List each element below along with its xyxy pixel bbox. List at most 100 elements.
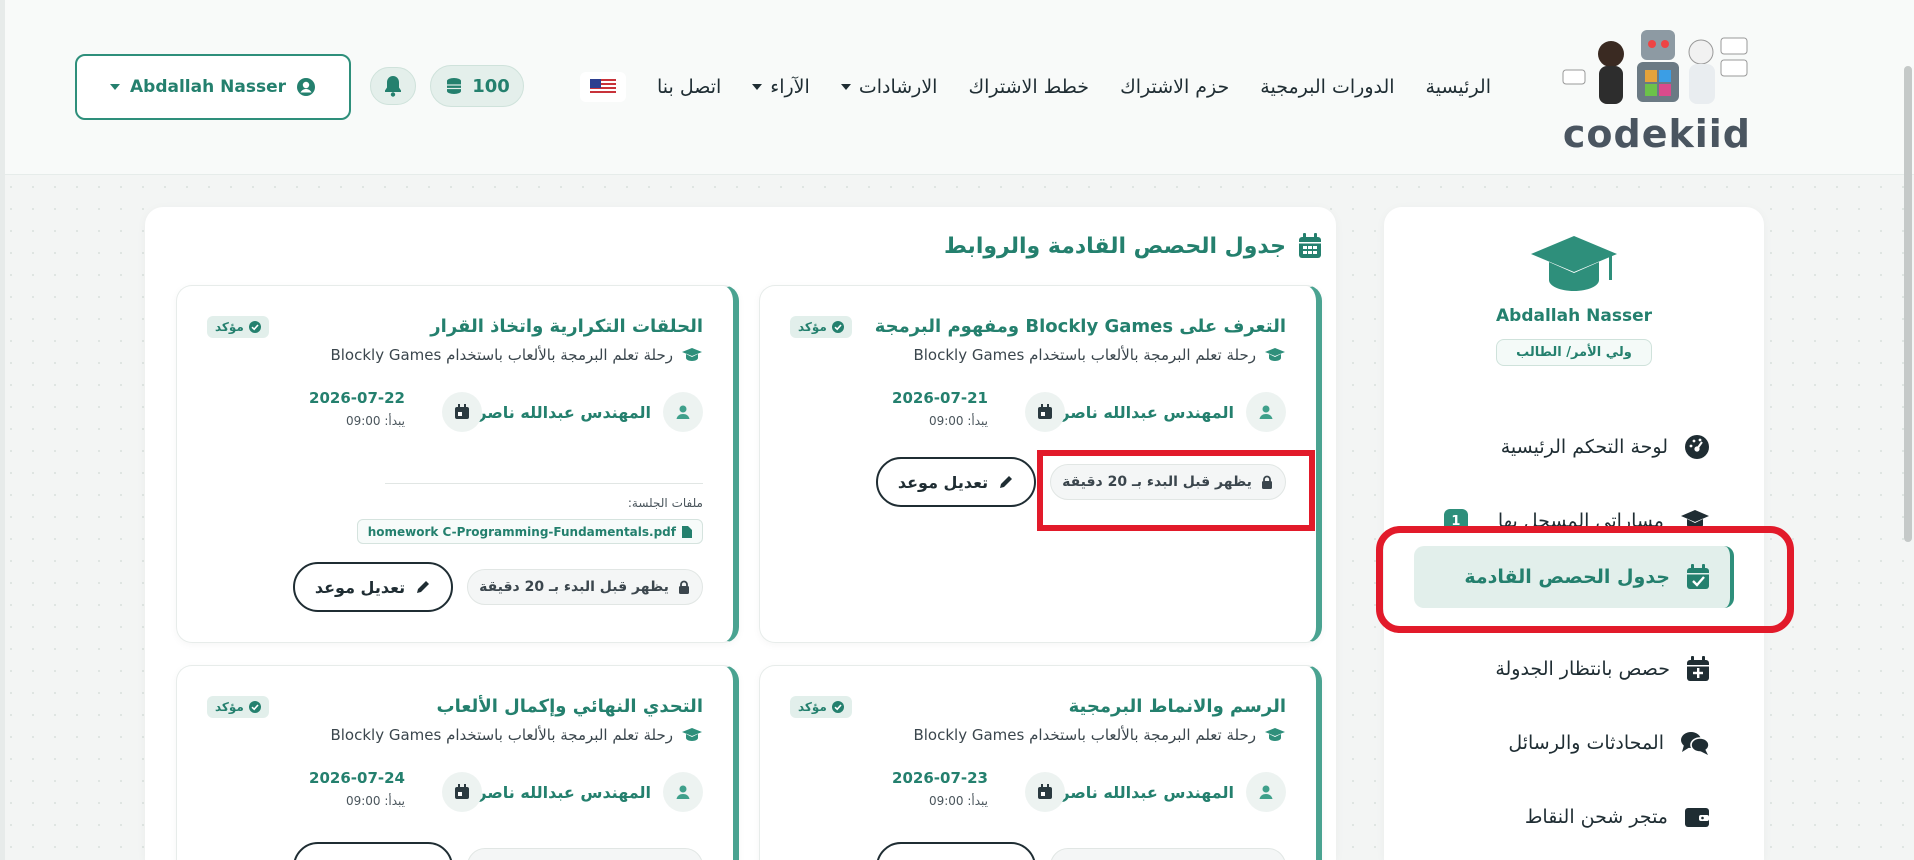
session-date: 2026-07-21 [892,389,988,407]
session-start-time: يبدأ: 09:00 [928,414,988,428]
page-title: جدول الحصص القادمة والروابط [944,233,1322,259]
check-circle-icon [831,701,844,713]
sidebar-user-name: Abdallah Nasser [1496,306,1652,326]
nav-guidance-dropdown[interactable]: الارشادات [840,76,937,98]
calendar-icon [1299,233,1321,258]
reschedule-button[interactable] [876,842,1036,860]
user-icon [1259,785,1273,799]
graduation-cap-icon [1531,236,1617,291]
sidebar-item-my-tracks[interactable]: مساراتي المسجل بها 1 [1443,503,1710,539]
upcoming-sessions-panel: جدول الحصص القادمة والروابط التعرف على B… [145,207,1336,860]
coins-icon [447,78,462,94]
sidebar: Abdallah Nasser ولي الأمر/ الطالب لوحة ا… [1384,207,1764,860]
join-link-locked [467,848,703,860]
chevron-down-icon [840,84,851,90]
session-course: رحلة تعلم البرمجة بالألعاب باستخدام Bloc… [913,726,1286,744]
session-card: التعرف على Blockly Games ومفهوم البرمجة … [759,285,1322,643]
session-teacher: المهندس عبدالله ناصر [477,392,703,432]
lock-icon [1261,475,1272,489]
nav-packages[interactable]: حزم الاشتراك [1120,76,1229,98]
session-title: الحلقات التكرارية واتخاذ القرار [430,316,703,337]
page-scrollbar[interactable] [1904,66,1912,542]
session-card: التحدي النهائي وإكمال الألعاب مؤكد رحلة … [176,665,739,860]
chat-icon [1681,732,1710,755]
codekiid-logo[interactable]: codekiid [1549,24,1759,156]
join-link-locked [1050,848,1286,860]
session-card: الرسم والانماط البرمجية مؤكد رحلة تعلم ا… [759,665,1322,860]
check-circle-icon [248,321,261,333]
status-badge: مؤكد [790,696,852,718]
session-course: رحلة تعلم البرمجة بالألعاب باستخدام Bloc… [330,726,703,744]
reschedule-button[interactable]: تعديل موعد [876,457,1036,507]
session-course: رحلة تعلم البرمجة بالألعاب باستخدام Bloc… [913,346,1286,364]
sidebar-item-dashboard[interactable]: لوحة التحكم الرئيسية [1501,429,1710,465]
user-icon [676,405,690,419]
session-card: الحلقات التكرارية واتخاذ القرار مؤكد رحل… [176,285,739,643]
nav-contact[interactable]: اتصل بنا [657,76,721,98]
calendar-plus-icon [1687,656,1709,681]
graduation-cap-icon [682,728,702,741]
session-date: 2026-07-24 [309,769,405,787]
calendar-icon [1038,404,1052,419]
session-files-label: ملفات الجلسة: [627,496,703,510]
session-start-time: يبدأ: 09:00 [928,794,988,808]
session-date: 2026-07-22 [309,389,405,407]
graduation-cap-icon [1265,348,1285,361]
notifications-button[interactable] [370,67,416,105]
user-icon [1259,405,1273,419]
session-start-time: يبدأ: 09:00 [345,414,405,428]
sidebar-item-upcoming-schedule[interactable]: جدول الحصص القادمة [1414,546,1734,608]
dashboard-icon [1685,435,1709,459]
calendar-icon [455,404,469,419]
sidebar-item-messages[interactable]: المحادثات والرسائل [1508,725,1710,761]
chevron-down-icon [110,84,121,90]
avatar [663,392,703,432]
pencil-icon [1000,476,1013,488]
avatar [663,772,703,812]
reschedule-button[interactable] [293,842,453,860]
user-icon [676,785,690,799]
nav-home[interactable]: الرئيسية [1426,76,1491,98]
lock-icon [678,580,689,594]
tracks-count-badge: 1 [1443,509,1468,533]
logo-wordmark: codekiid [1562,112,1751,156]
bell-icon [385,76,401,97]
session-date: 2026-07-23 [892,769,988,787]
session-title: الرسم والانماط البرمجية [1068,696,1286,717]
session-course: رحلة تعلم البرمجة بالألعاب باستخدام Bloc… [330,346,703,364]
user-menu-button[interactable]: Abdallah Nasser [75,54,351,120]
nav-reviews-dropdown[interactable]: الآراء [752,76,810,98]
pencil-icon [417,581,430,593]
file-icon [682,525,692,538]
user-circle-icon [296,78,315,96]
date-icon-wrap [442,772,482,812]
status-badge: مؤكد [207,696,269,718]
session-teacher: المهندس عبدالله ناصر [1060,772,1286,812]
date-icon-wrap [1025,392,1065,432]
check-circle-icon [248,701,261,713]
sidebar-item-points-store[interactable]: متجر شحن النقاط [1525,799,1710,835]
graduation-cap-icon [1265,728,1285,741]
session-title: التحدي النهائي وإكمال الألعاب [436,696,703,717]
status-badge: مؤكد [207,316,269,338]
nav-plans[interactable]: خطط الاشتراك [968,76,1089,98]
chevron-down-icon [752,84,763,90]
check-circle-icon [831,321,844,333]
sidebar-item-pending-scheduling[interactable]: حصص بانتظار الجدولة [1495,651,1710,687]
us-flag-icon [590,79,616,95]
calendar-icon [1038,784,1052,799]
calendar-check-icon [1687,564,1709,589]
join-link-locked: يظهر قبل البدء بـ 20 دقيقة [1050,464,1286,500]
main-nav: الرئيسية الدورات البرمجية حزم الاشتراك خ… [566,70,1491,104]
session-teacher: المهندس عبدالله ناصر [1060,392,1286,432]
reschedule-button[interactable]: تعديل موعد [293,562,453,612]
graduation-cap-icon [1681,510,1709,529]
points-balance[interactable]: 100 [430,65,524,107]
divider [385,483,703,484]
session-file-link[interactable]: homework C-Programming-Fundamentals.pdf [356,519,703,544]
language-switcher[interactable] [580,72,626,102]
nav-courses[interactable]: الدورات البرمجية [1260,76,1394,98]
join-link-locked: يظهر قبل البدء بـ 20 دقيقة [467,569,703,605]
graduation-cap-icon [682,348,702,361]
status-badge: مؤكد [790,316,852,338]
